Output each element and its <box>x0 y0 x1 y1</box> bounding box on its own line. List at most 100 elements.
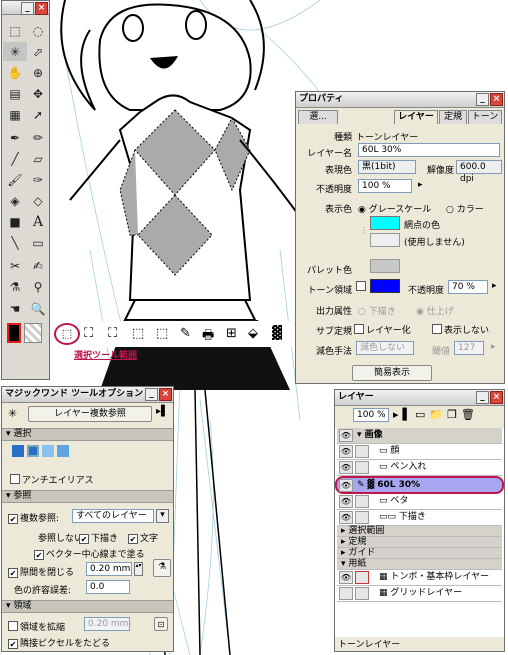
move-icon[interactable]: ✋ <box>3 63 27 82</box>
eye-icon[interactable]: 👁 <box>339 461 353 474</box>
layer-row[interactable]: 👁 ▦ トンボ・基本枠レイヤー <box>337 570 502 586</box>
eye-icon[interactable]: 👁 <box>339 511 353 524</box>
layer-row[interactable]: 👁 ▭ ペン入れ <box>337 460 502 476</box>
layer-group-row[interactable]: ▸ ガイド <box>337 548 502 559</box>
sub-color-swatch[interactable] <box>24 323 42 343</box>
transform-icon[interactable]: ⬙ <box>248 326 258 341</box>
anti-alias-checkbox[interactable]: アンチエイリアス <box>10 473 94 486</box>
zoom-input[interactable]: 100 % <box>353 408 389 422</box>
marquee-rect-icon[interactable]: ⬚ <box>3 21 27 40</box>
close-gap-checkbox[interactable]: ✔ 隙間を閉じる <box>8 565 74 578</box>
lasso-icon[interactable]: ◌ <box>26 21 50 40</box>
dot-color-swatch[interactable] <box>370 216 400 230</box>
grayscale-radio[interactable]: ◉ グレースケール <box>358 202 431 215</box>
stepper-icon[interactable]: ▴▾ <box>134 562 143 576</box>
layer-group-row[interactable]: 👁 ▾ 画像 <box>337 428 502 444</box>
layer-group-row[interactable]: ▸ 定規 <box>337 537 502 548</box>
border-icon[interactable]: ⬚ <box>156 326 168 341</box>
color-radio[interactable]: ○ カラー <box>446 202 484 215</box>
copy-icon[interactable]: ❐ <box>447 408 461 421</box>
simple-display-button[interactable]: 簡易表示 <box>352 365 432 381</box>
gap-size-input[interactable]: 0.20 mm <box>86 562 132 576</box>
mode-button[interactable]: レイヤー複数参照 <box>28 406 152 422</box>
layer-name-input[interactable]: 60L 30% <box>358 143 500 157</box>
tone-brush-icon[interactable]: ✍ <box>26 256 50 275</box>
pen-icon[interactable]: ✒ <box>3 128 27 147</box>
lock-icon[interactable] <box>355 587 369 600</box>
pencil-icon[interactable]: ✏ <box>26 128 50 147</box>
lock-icon[interactable] <box>355 571 369 584</box>
rectangle-icon[interactable]: ▭ <box>26 233 50 252</box>
brush-icon[interactable]: 🖌 <box>3 170 27 189</box>
layer-row[interactable]: 👁 ▭▭ 下描き <box>337 510 502 526</box>
layer-row-selected[interactable]: 👁 ✎ ▓ 60L 30% <box>335 476 504 494</box>
section-area[interactable]: ▾ 領域 <box>2 600 173 613</box>
tab-ruler[interactable]: 定規 <box>439 110 467 124</box>
text-checkbox[interactable]: ✔ 文字 <box>128 531 158 544</box>
layer-group-row[interactable]: ▸ 選択範囲 <box>337 526 502 537</box>
lock-icon[interactable] <box>355 495 369 508</box>
chevron-down-icon[interactable]: ▾ <box>156 509 169 523</box>
layer-move-icon[interactable]: ⊕ <box>26 63 50 82</box>
eye-icon[interactable]: 👁 <box>339 445 353 458</box>
eraser-icon[interactable]: ▱ <box>26 149 50 168</box>
shrink-icon[interactable]: ⬚ <box>132 326 144 341</box>
section-select[interactable]: ▾ 選択 <box>2 428 173 441</box>
opacity-input[interactable]: 100 % <box>358 179 412 193</box>
zoom-icon[interactable]: 🔍 <box>26 299 50 318</box>
selection-pen-icon[interactable]: ⬀ <box>26 42 50 61</box>
hide-checkbox[interactable]: 表示しない <box>432 323 489 336</box>
threshold-input[interactable]: 127 <box>454 341 484 355</box>
fill-icon[interactable]: ◈ <box>3 191 27 210</box>
palette-swatch[interactable] <box>370 259 400 273</box>
threshold-menu-icon[interactable]: ▸ <box>491 342 496 352</box>
new-selection-icon[interactable] <box>12 445 24 457</box>
layer-row[interactable]: 👁 ▭ 顔 <box>337 444 502 460</box>
tone-scrape-icon[interactable]: ✂ <box>3 256 27 275</box>
draft-checkbox[interactable]: ✔ 下描き <box>79 531 118 544</box>
text-icon[interactable]: A <box>26 212 50 231</box>
tone-area-swatch[interactable] <box>370 279 400 293</box>
minimize-button[interactable]: _ <box>476 93 489 106</box>
eye-icon[interactable]: 👁 <box>339 479 353 492</box>
airbrush-icon[interactable]: ✑ <box>26 170 50 189</box>
trash-icon[interactable]: 🗑 <box>461 408 479 421</box>
menu-icon[interactable]: ▸▌ <box>156 406 169 417</box>
add-selection-icon[interactable] <box>27 445 39 457</box>
tolerance-input[interactable]: 0.0 <box>86 580 130 594</box>
move-cross-icon[interactable]: ✥ <box>26 84 50 103</box>
grid-icon[interactable]: ▤ <box>3 84 27 103</box>
invert-icon[interactable]: ⊞ <box>226 326 237 341</box>
expand-icon[interactable]: ⛶ <box>108 326 117 341</box>
line-icon[interactable]: ╲ <box>3 233 27 252</box>
reduce-select[interactable]: 減色しない <box>356 341 414 355</box>
tone-opacity-menu-icon[interactable]: ▸ <box>492 281 497 291</box>
close-button[interactable]: × <box>490 391 503 404</box>
opacity-menu-icon[interactable]: ▸ <box>418 180 423 190</box>
tab-layer[interactable]: レイヤー <box>394 110 438 124</box>
lock-icon[interactable] <box>355 511 369 524</box>
new-layer-icon[interactable]: ▭ <box>415 408 429 421</box>
output-draft-radio[interactable]: ○ 下描き <box>358 304 396 317</box>
expand-mode-button[interactable]: ⊡ <box>154 617 168 631</box>
gradient-icon[interactable]: ■ <box>3 212 27 231</box>
vector-checkbox[interactable]: ✔ ベクター中心線まで塗る <box>34 547 145 560</box>
close-button[interactable]: × <box>35 2 48 15</box>
section-reference[interactable]: ▾ 参照 <box>2 490 173 503</box>
tone-area-checkbox[interactable] <box>356 281 368 293</box>
subtract-selection-icon[interactable] <box>42 445 54 457</box>
main-color-swatch[interactable] <box>7 323 21 343</box>
eye-icon[interactable]: 👁 <box>339 571 353 584</box>
layer-row[interactable]: ▦ グリッドレイヤー <box>337 586 502 602</box>
marker-icon[interactable]: ╱ <box>3 149 27 168</box>
layer-row[interactable]: 👁 ▭ ベタ <box>337 494 502 510</box>
minimize-button[interactable]: _ <box>145 388 158 401</box>
multi-ref-checkbox[interactable]: ✔ 複数参照: <box>8 511 59 524</box>
hand-icon[interactable]: ☚ <box>3 299 27 318</box>
fill-icon[interactable]: 🖶 <box>202 326 214 348</box>
minimize-button[interactable]: _ <box>476 391 489 404</box>
rect-select-icon[interactable]: ⛶ <box>84 326 93 341</box>
gap-preview-button[interactable]: ⚗ <box>153 559 171 577</box>
lasso-wand-tool-icon[interactable]: ⬚ <box>54 323 80 345</box>
clear-icon[interactable]: ✎ <box>180 326 191 341</box>
